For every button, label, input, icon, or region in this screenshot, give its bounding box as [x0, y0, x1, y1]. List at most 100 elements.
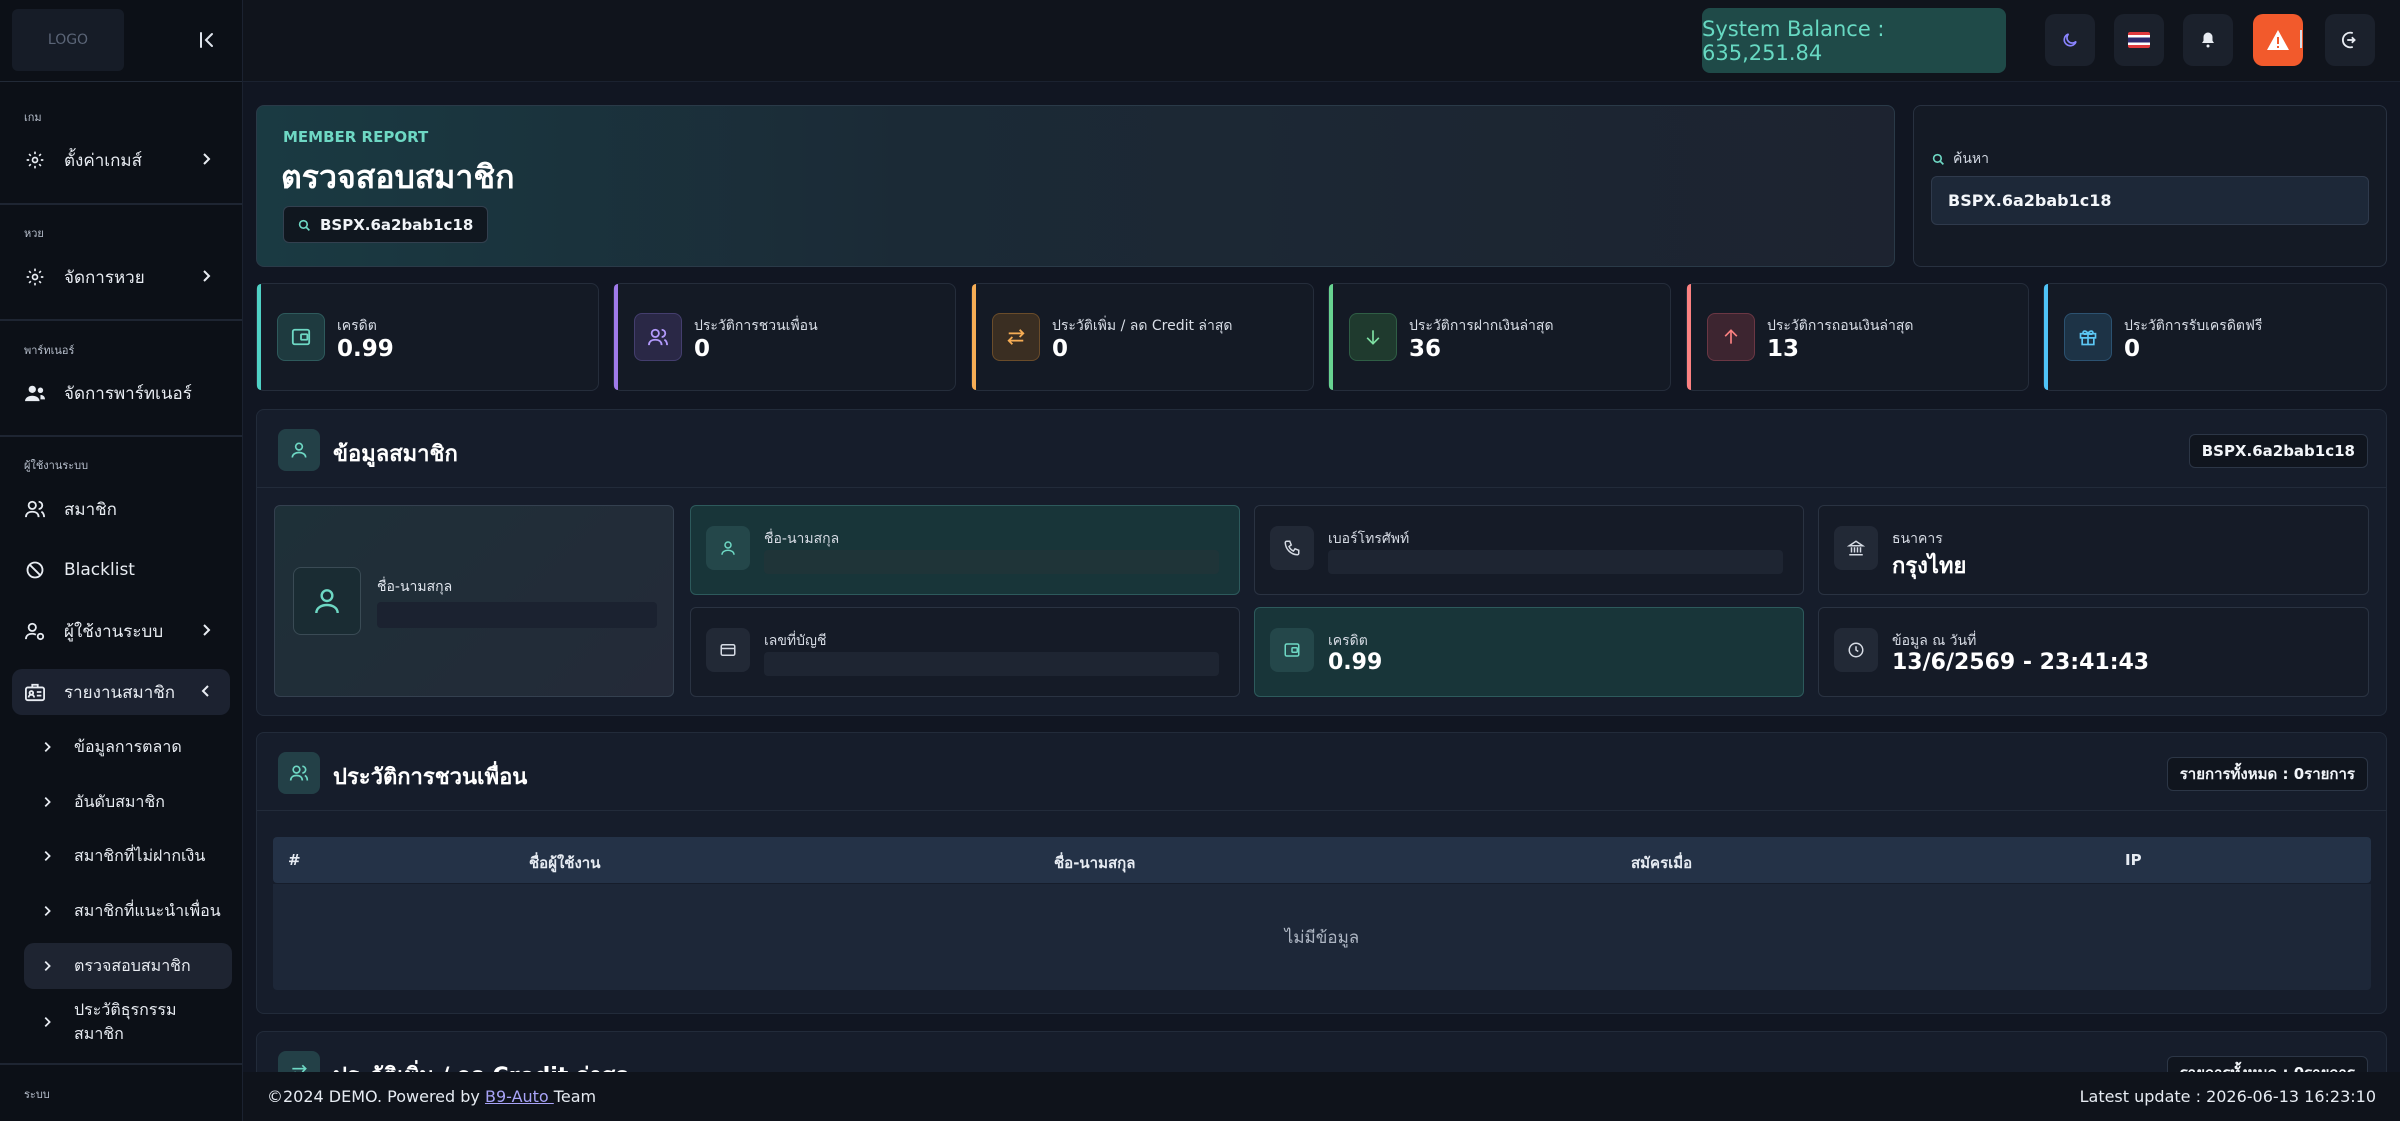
ban-icon [24, 559, 46, 581]
sidebar-subitem-verify-member[interactable]: ตรวจสอบสมาชิก [24, 943, 232, 989]
collapse-sidebar-icon[interactable] [196, 28, 220, 52]
sidebar-header: LOGO [0, 0, 242, 82]
copyright-text: ©2024 DEMO. Powered by [267, 1087, 485, 1106]
sidebar-item-members[interactable]: สมาชิก [12, 486, 230, 532]
warning-icon [2267, 30, 2289, 50]
stat-value: 0 [2124, 336, 2141, 362]
member-id-chip: BSPX.6a2bab1c18 [283, 206, 489, 243]
empty-state: ไม่มีข้อมูล [273, 884, 2371, 990]
chevron-right-icon [203, 270, 211, 282]
sidebar-item-manage-lotto[interactable]: จัดการหวย [12, 254, 230, 300]
topbar: System Balance : 635,251.84 [243, 0, 2400, 82]
sidebar-subitem-referred[interactable]: สมาชิกที่แนะนำเพื่อน [24, 888, 232, 934]
sidebar-subitem-label: ตรวจสอบสมาชิก [74, 955, 191, 975]
column-header[interactable]: ชื่อผู้ใช้งาน [529, 851, 600, 875]
column-header[interactable]: สมัครเมื่อ [1631, 851, 1692, 875]
stat-card-free-credit[interactable]: ประวัติการรับเครดิตฟรี 0 [2043, 283, 2387, 391]
phone-icon [1270, 526, 1314, 570]
info-card-phone: เบอร์โทรศัพท์ [1254, 505, 1804, 595]
sidebar-item-label: จัดการพาร์ทเนอร์ [64, 383, 192, 404]
report-icon [24, 681, 46, 703]
sidebar-item-manage-partner[interactable]: จัดการพาร์ทเนอร์ [12, 370, 230, 416]
alert-button[interactable] [2253, 14, 2303, 66]
language-button[interactable] [2114, 14, 2164, 66]
separator [2300, 30, 2302, 48]
user-icon [278, 429, 320, 471]
sidebar-item-label: จัดการหวย [64, 267, 145, 288]
sidebar-subitem-market-data[interactable]: ข้อมูลการตลาด [24, 724, 232, 770]
stat-label: ประวัติการรับเครดิตฟรี [2124, 318, 2263, 334]
stat-card-invite[interactable]: ประวัติการชวนเพื่อน 0 [613, 283, 956, 391]
stat-card-credit[interactable]: เครดิต 0.99 [256, 283, 599, 391]
info-label: เบอร์โทรศัพท์ [1328, 531, 1410, 547]
sidebar-subitem-txn-history[interactable]: ประวัติธุรกรรมสมาชิก [24, 995, 232, 1049]
sidebar-subitem-no-deposit[interactable]: สมาชิกที่ไม่ฝากเงิน [24, 833, 232, 879]
gear-icon [24, 266, 46, 288]
info-value: กรุงไทย [1892, 554, 1967, 579]
section-label-users: ผู้ใช้งานระบบ [24, 459, 89, 472]
sidebar-subitem-member-rank[interactable]: อันดับสมาชิก [24, 779, 232, 825]
info-card-name: ชื่อ-นามสกุล [690, 505, 1240, 595]
card-icon [706, 628, 750, 672]
sidebar-item-label: Blacklist [64, 560, 135, 580]
notification-button[interactable] [2183, 14, 2233, 66]
info-value: 0.99 [1328, 650, 1383, 675]
stat-label: ประวัติเพิ่ม / ลด Credit ล่าสุด [1052, 318, 1233, 334]
stat-accent [1329, 284, 1333, 390]
sidebar-item-label: สมาชิก [64, 499, 117, 520]
stat-accent [614, 284, 618, 390]
member-id: BSPX.6a2bab1c18 [320, 215, 474, 234]
column-header[interactable]: IP [2125, 851, 2142, 869]
page-title: ตรวจสอบสมาชิก [281, 158, 515, 196]
logout-button[interactable] [2325, 14, 2375, 66]
stat-card-credit-adjust[interactable]: ประวัติเพิ่ม / ลด Credit ล่าสุด 0 [971, 283, 1314, 391]
search-input[interactable]: BSPX.6a2bab1c18 [1931, 176, 2369, 225]
sidebar-item-game-settings[interactable]: ตั้งค่าเกมส์ [12, 137, 230, 183]
column-header[interactable]: ชื่อ-นามสกุล [1054, 851, 1135, 875]
member-id-badge: BSPX.6a2bab1c18 [2188, 434, 2368, 468]
panel-title: ประวัติการชวนเพื่อน [333, 765, 528, 790]
chevron-right-icon [203, 624, 211, 636]
sidebar: LOGO เกม ตั้งค่าเกมส์ หวย จัดการหวย พาร์… [0, 0, 243, 1121]
copyright-suffix: Team [553, 1087, 597, 1106]
sidebar-item-blacklist[interactable]: Blacklist [12, 547, 230, 593]
section-label-partner: พาร์ทเนอร์ [24, 344, 75, 357]
total-count-badge: รายการทั้งหมด : 0รายการ [2166, 757, 2368, 791]
chevron-left-icon [201, 685, 209, 697]
profile-card: ชื่อ-นามสกุล [274, 505, 674, 697]
section-label-game: เกม [24, 111, 42, 124]
stat-accent [2044, 284, 2048, 390]
logo[interactable]: LOGO [12, 9, 124, 71]
sidebar-item-system-users[interactable]: ผู้ใช้งานระบบ [12, 608, 230, 654]
info-card-bank: ธนาคาร กรุงไทย [1818, 505, 2369, 595]
arrow-down-icon [1349, 313, 1397, 361]
column-header[interactable]: # [288, 851, 301, 869]
info-value [764, 550, 1219, 574]
stat-card-withdraw[interactable]: ประวัติการถอนเงินล่าสุด 13 [1686, 283, 2029, 391]
bell-icon [2202, 32, 2214, 48]
search-icon [298, 219, 310, 231]
panel-title: ข้อมูลสมาชิก [333, 442, 458, 467]
powered-by-link[interactable]: B9-Auto [485, 1087, 554, 1106]
info-label: ธนาคาร [1892, 531, 1943, 547]
stat-card-deposit[interactable]: ประวัติการฝากเงินล่าสุด 36 [1328, 283, 1671, 391]
chevron-right-icon [44, 961, 51, 971]
system-balance: System Balance : 635,251.84 [1702, 8, 2006, 73]
sidebar-subitem-label: ข้อมูลการตลาด [74, 736, 182, 756]
arrow-up-icon [1707, 313, 1755, 361]
profile-name-value [377, 602, 657, 628]
users-icon [24, 382, 46, 404]
chevron-right-icon [44, 1017, 51, 1027]
user-cog-icon [24, 620, 46, 642]
search-label-text: ค้นหา [1953, 151, 1990, 167]
chevron-right-icon [44, 906, 51, 916]
sidebar-subitem-label: อันดับสมาชิก [74, 791, 165, 811]
divider [0, 319, 242, 321]
info-card-date: ข้อมูล ณ วันที่ 13/6/2569 - 23:41:43 [1818, 607, 2369, 697]
theme-toggle-button[interactable] [2045, 14, 2095, 66]
bank-icon [1834, 526, 1878, 570]
users-icon [278, 752, 320, 794]
chevron-right-icon [44, 742, 51, 752]
sidebar-item-member-report[interactable]: รายงานสมาชิก [12, 669, 230, 715]
latest-update: Latest update : 2026-06-13 16:23:10 [2079, 1087, 2376, 1106]
